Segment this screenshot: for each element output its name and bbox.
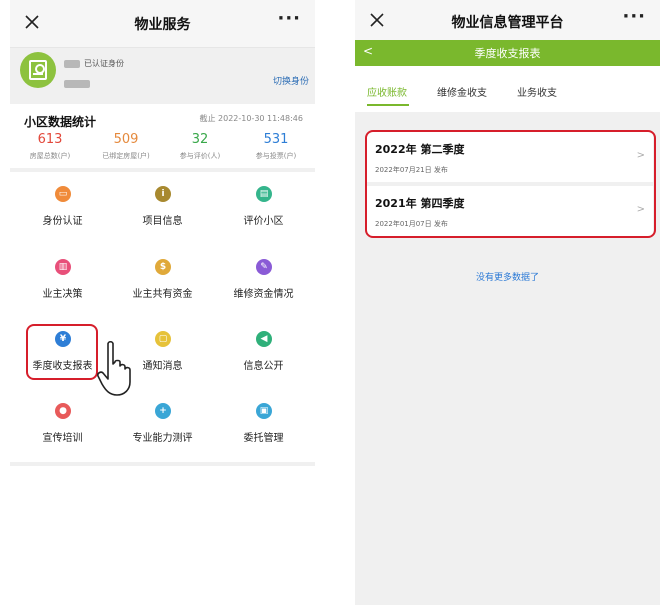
tab-business[interactable]: 业务收支 [517,84,557,99]
service-grid: ▭ 身份认证 i 项目信息 ▤ 评价小区 ▥ 业主决策 $ 业主共有资金 ✎ 维修资金情况 ¥ 季度收支报… [10,172,315,462]
stat-label: 房屋总数(户) [29,152,71,160]
avatar [20,52,56,88]
report-tabs: 应收账款 维修金收支 业务收支 [355,66,660,112]
stat-value: 509 [113,132,139,147]
message-icon: ▢ [155,331,171,347]
chart-icon: ▥ [55,259,71,275]
money-icon: $ [155,259,171,275]
grid-item[interactable]: ▣ 委托管理 [213,389,314,449]
grid-item-label: 宣传培训 [42,433,83,444]
stat-label: 已绑定房屋(户) [102,152,150,160]
medkit-icon: + [155,403,171,419]
stats-title: 小区数据统计 [24,115,97,129]
stat-item: 509 已绑定房屋(户) [88,132,164,161]
grid-item[interactable]: $ 业主共有资金 [112,245,213,305]
header-title: 季度收支报表 [474,47,541,60]
comment-icon: ▤ [256,186,272,202]
grid-item-label: 业主决策 [42,289,83,300]
community-stats: 小区数据统计 截止 2022-10-30 11:48:46 613 房屋总数(户)… [10,104,315,168]
tab-maintenance-fund[interactable]: 维修金收支 [437,84,487,99]
page-title: 物业信息管理平台 [451,15,564,31]
more-icon[interactable]: ··· [622,6,646,27]
grid-item-label: 评价小区 [243,216,284,227]
grid-item-label: 身份认证 [42,216,83,227]
grid-item-label: 信息公开 [243,361,284,372]
pointing-hand-icon [97,340,131,396]
no-more-data: 没有更多数据了 [475,273,539,283]
grid-item[interactable]: i 项目信息 [112,172,213,232]
title-bar: 物业服务 ··· [10,0,315,48]
grid-item[interactable]: ▥ 业主决策 [12,245,113,305]
grid-item[interactable]: ✎ 维修资金情况 [213,245,314,305]
page-title: 物业服务 [134,17,191,33]
stat-value: 613 [37,132,63,147]
stat-label: 参与投票(户) [255,152,297,160]
title-bar: 物业信息管理平台 ··· [355,0,660,40]
stat-item: 32 参与评价(人) [162,132,238,161]
info-icon: i [155,186,171,202]
stat-label: 参与评价(人) [179,152,221,160]
stat-value: 32 [191,132,209,147]
grid-item-label: 项目信息 [142,216,183,227]
wrench-icon: ✎ [256,259,272,275]
grid-item[interactable]: ◀ 信息公开 [213,317,314,377]
grid-item[interactable]: ▭ 身份认证 [12,172,113,232]
property-service-screen: 物业服务 ··· 已认证身份 切换身份 小区数据统计 截止 2022-10-30… [10,0,315,605]
more-icon[interactable]: ··· [277,8,301,29]
verified-label: 已认证身份 [84,59,124,68]
delegate-icon: ▣ [256,403,272,419]
active-tab-indicator [367,104,409,106]
grid-item[interactable]: + 专业能力测评 [112,389,213,449]
id-card-icon: ▭ [55,186,71,202]
report-header: < 季度收支报表 [355,40,660,66]
redacted-name [64,59,80,68]
switch-identity-link[interactable]: 切换身份 [273,74,309,87]
highlight-box [365,130,656,238]
grid-item-label: 专业能力测评 [132,433,193,444]
property-platform-screen: 物业信息管理平台 ··· < 季度收支报表 应收账款 维修金收支 业务收支 20… [355,0,660,605]
stat-value: 531 [263,132,289,147]
redacted-phone [64,79,90,88]
grid-item-label: 维修资金情况 [233,289,294,300]
stat-item: 531 参与投票(户) [238,132,314,161]
megaphone-icon: ◀ [256,331,272,347]
profile-header: 已认证身份 切换身份 [10,48,315,100]
grid-item-label: 委托管理 [243,433,284,444]
grid-item[interactable]: ▤ 评价小区 [213,172,314,232]
grid-item[interactable]: ● 宣传培训 [12,389,113,449]
grid-item-label: 业主共有资金 [132,289,193,300]
people-icon: ● [55,403,71,419]
stats-cutoff-time: 截止 2022-10-30 11:48:46 [199,114,303,123]
stat-item: 613 房屋总数(户) [12,132,88,161]
highlight-box [26,324,98,380]
tab-receivables[interactable]: 应收账款 [367,84,407,99]
